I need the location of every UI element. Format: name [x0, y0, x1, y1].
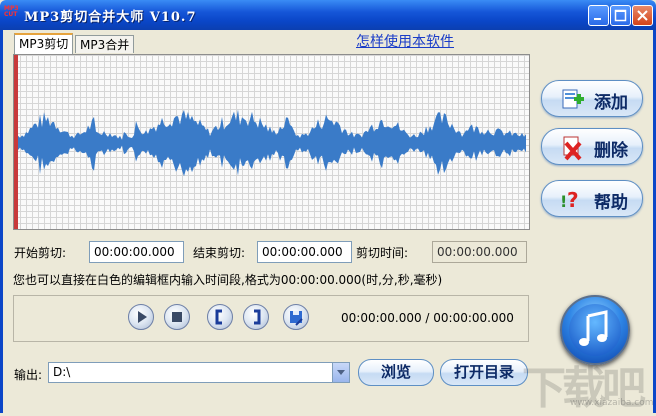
svg-text:?: ?: [567, 188, 579, 211]
format-hint: 您也可以直接在白色的编辑框内输入时间段,格式为00:00:00.000(时,分,…: [13, 273, 443, 287]
playback-time: 00:00:00.000 / 00:00:00.000: [341, 311, 514, 325]
minimize-icon: [594, 18, 601, 20]
music-app-icon: MP3 CUT: [4, 5, 19, 18]
help-icon: ! ?: [560, 188, 579, 211]
output-path-select[interactable]: D:\: [48, 362, 350, 383]
mark-end-button[interactable]: [243, 304, 269, 330]
save-cut-button[interactable]: [283, 304, 309, 330]
play-button[interactable]: [128, 304, 154, 330]
save-icon: [290, 311, 303, 326]
minimize-button[interactable]: [588, 5, 609, 26]
close-icon: [637, 10, 648, 21]
browse-button[interactable]: 浏览: [358, 359, 434, 386]
output-label: 输出:: [14, 368, 43, 382]
watermark-url: www.xiazaiba.com: [570, 398, 654, 408]
bracket-right-icon: [254, 309, 261, 325]
chevron-down-icon[interactable]: [332, 363, 349, 382]
end-time-field[interactable]: 00:00:00.000: [257, 241, 352, 263]
stop-icon: [172, 312, 182, 322]
help-label: 帮助: [594, 193, 628, 213]
tab-mp3-merge[interactable]: MP3合并: [75, 35, 135, 53]
music-note-glyph: [579, 310, 608, 346]
title-bar: MP3 CUT MP3剪切合并大师 V10.7: [0, 0, 656, 30]
cut-duration-field: 00:00:00.000: [432, 241, 527, 263]
music-note-icon: [569, 304, 621, 356]
bracket-left-icon: [215, 309, 222, 325]
close-button[interactable]: [632, 5, 653, 26]
window-title: MP3剪切合并大师 V10.7: [24, 10, 197, 25]
help-button[interactable]: ! ? 帮助: [541, 180, 643, 217]
start-cut-label: 开始剪切:: [14, 246, 67, 260]
add-button[interactable]: 添加: [541, 80, 643, 117]
waveform: [18, 109, 526, 177]
end-cut-label: 结束剪切:: [193, 246, 246, 260]
play-icon: [138, 311, 147, 323]
stop-button[interactable]: [164, 304, 190, 330]
delete-button[interactable]: 删除: [541, 128, 643, 165]
add-file-icon: [562, 89, 584, 109]
help-link[interactable]: 怎样使用本软件: [356, 31, 454, 51]
cut-duration-label: 剪切时间:: [356, 246, 409, 260]
delete-label: 删除: [594, 141, 628, 161]
tab-mp3-cut[interactable]: MP3剪切: [14, 33, 74, 54]
output-path-value: D:\: [53, 365, 71, 379]
open-directory-button[interactable]: 打开目录: [440, 359, 528, 386]
start-time-field[interactable]: 00:00:00.000: [89, 241, 184, 263]
add-label: 添加: [594, 93, 628, 113]
maximize-button[interactable]: [610, 5, 631, 26]
waveform-panel[interactable]: [13, 54, 530, 230]
maximize-icon: [614, 9, 627, 22]
mark-start-button[interactable]: [207, 304, 233, 330]
delete-icon: [563, 136, 582, 161]
